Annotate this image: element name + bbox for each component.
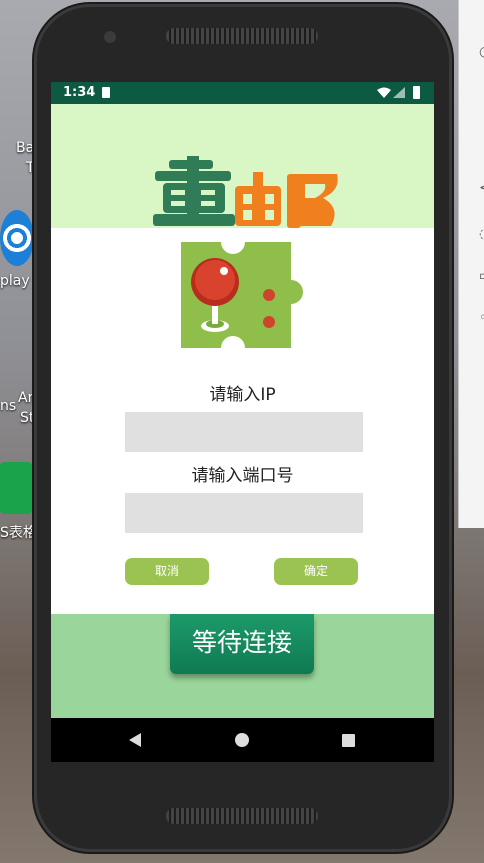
top-banner (51, 104, 434, 228)
top-speaker (166, 28, 318, 44)
desktop-icon-label[interactable]: St (20, 410, 34, 426)
bottom-speaker (166, 808, 318, 824)
battery-icon (413, 86, 420, 99)
bottom-panel: 等待连接 (51, 614, 434, 718)
status-time: 1:34 (63, 85, 96, 100)
confirm-button[interactable]: 确定 (274, 558, 358, 585)
window-glyph: ◦ (479, 310, 484, 326)
joystick-icon (181, 242, 303, 348)
port-input[interactable] (125, 493, 363, 533)
wait-connection-button[interactable]: 等待连接 (170, 614, 314, 674)
connection-dialog: 请输入IP 请输入端口号 取消 确定 (51, 228, 434, 614)
home-icon[interactable] (235, 733, 249, 747)
navigation-bar (51, 718, 434, 762)
ip-label: 请输入IP (209, 385, 276, 405)
cancel-button[interactable]: 取消 (125, 558, 209, 585)
ip-input[interactable] (125, 412, 363, 452)
sim-card-icon (102, 87, 110, 98)
desktop-icon-label[interactable]: Ar (18, 390, 33, 406)
window-glyph: ▭ (479, 268, 484, 284)
recents-icon[interactable] (342, 734, 355, 747)
wifi-icon (377, 87, 391, 98)
spreadsheet-app-icon[interactable] (0, 462, 32, 514)
desktop-icon-label[interactable]: ns (0, 398, 16, 414)
window-glyph: ◔ (479, 44, 484, 60)
phone-screen: 1:34 请输入IP 请输入端口号 取消 确定 等待连接 (51, 82, 434, 762)
desktop-icon-label[interactable]: play (0, 273, 30, 289)
desktop-app-icon[interactable] (0, 210, 34, 266)
back-icon[interactable] (129, 733, 141, 747)
window-glyph: ◌ (479, 226, 484, 242)
desktop-icon-label[interactable]: S表格 (0, 522, 37, 542)
desktop-icon-label[interactable]: Ba (16, 140, 34, 156)
background-window[interactable]: ◔ < ◌ ▭ ◦ (458, 0, 484, 528)
front-camera (104, 31, 116, 43)
app-logo (153, 156, 338, 228)
port-label: 请输入端口号 (191, 466, 294, 486)
signal-icon (393, 87, 405, 98)
window-glyph: < (479, 180, 484, 196)
status-bar: 1:34 (51, 82, 434, 104)
